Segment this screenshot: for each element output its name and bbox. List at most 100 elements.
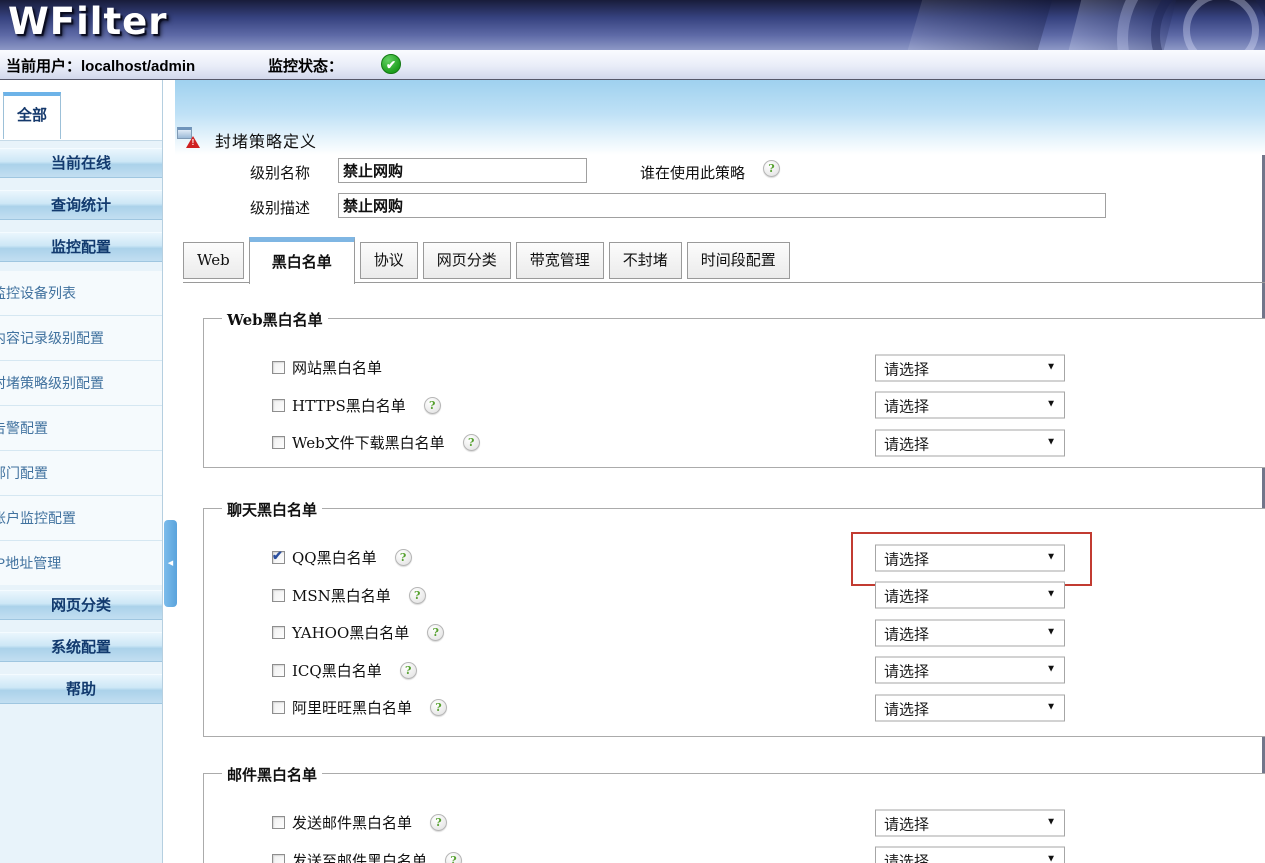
check-mark-icon: ✔ bbox=[272, 548, 283, 564]
question-help-icon[interactable]: ? bbox=[427, 624, 444, 641]
dropdown-value: 请选择 bbox=[884, 623, 929, 644]
dropdown-select-web-file-download-bwlist[interactable]: 请选择▼ bbox=[875, 429, 1065, 456]
level-name-input[interactable] bbox=[338, 158, 587, 183]
question-help-icon[interactable]: ? bbox=[430, 814, 447, 831]
sidebar-subitem-ip-address-management[interactable]: IP地址管理 bbox=[0, 540, 163, 585]
tab-bandwidth-management[interactable]: 带宽管理 bbox=[516, 242, 604, 279]
checkbox-send-to-mail-bwlist[interactable] bbox=[272, 854, 285, 863]
checkbox-label-send-mail-bwlist: 发送邮件黑白名单 bbox=[292, 812, 412, 833]
tab-black-white-list[interactable]: 黑白名单 bbox=[249, 237, 355, 284]
checkbox-yahoo-bwlist[interactable] bbox=[272, 626, 285, 639]
who-uses-policy-label: 谁在使用此策略 bbox=[640, 162, 745, 183]
checkbox-aliwangwang-bwlist[interactable] bbox=[272, 701, 285, 714]
dropdown-select-send-to-mail-bwlist[interactable]: 请选择▼ bbox=[875, 847, 1065, 863]
tab-no-block[interactable]: 不封堵 bbox=[609, 242, 682, 279]
sidebar-item-system-config[interactable]: 系统配置 bbox=[0, 632, 162, 662]
sidebar-tab-all[interactable]: 全部 bbox=[3, 92, 61, 139]
policy-alert-icon: ! bbox=[177, 127, 198, 146]
sidebar-tab-row: 全部 bbox=[0, 80, 163, 141]
sidebar-item-query-statistics[interactable]: 查询统计 bbox=[0, 190, 162, 220]
dropdown-value: 请选择 bbox=[884, 813, 929, 834]
checkbox-icq-bwlist[interactable] bbox=[272, 664, 285, 677]
fieldset-web-black-white-list: Web黑白名单网站黑白名单请选择▼HTTPS黑白名单?请选择▼Web文件下载黑白… bbox=[203, 318, 1265, 468]
sidebar-item-current-online[interactable]: 当前在线 bbox=[0, 148, 162, 178]
dropdown-select-aliwangwang-bwlist[interactable]: 请选择▼ bbox=[875, 694, 1065, 721]
sidebar-subitem-account-monitor-config[interactable]: 账户监控配置 bbox=[0, 495, 163, 540]
tab-protocol[interactable]: 协议 bbox=[360, 242, 418, 279]
top-banner: WFilter bbox=[0, 0, 1265, 50]
sidebar-subitem-monitor-device-list[interactable]: 监控设备列表 bbox=[0, 271, 163, 315]
option-row-msn-bwlist: MSN黑白名单? 请选择▼ bbox=[204, 577, 1265, 615]
status-ok-icon: ✔ bbox=[381, 54, 401, 74]
checkbox-label-aliwangwang-bwlist: 阿里旺旺黑白名单 bbox=[292, 697, 412, 718]
checkbox-label-yahoo-bwlist: YAHOO黑白名单 bbox=[292, 622, 409, 643]
checkbox-label-send-to-mail-bwlist: 发送至邮件黑白名单 bbox=[292, 850, 427, 863]
wfilter-logo: WFilter bbox=[8, 0, 167, 43]
window-icon bbox=[177, 127, 192, 139]
question-help-icon[interactable]: ? bbox=[430, 699, 447, 716]
dropdown-select-website-bwlist[interactable]: 请选择▼ bbox=[875, 354, 1065, 381]
checkbox-website-bwlist[interactable] bbox=[272, 361, 285, 374]
tab-web-category[interactable]: 网页分类 bbox=[423, 242, 511, 279]
option-row-aliwangwang-bwlist: 阿里旺旺黑白名单? 请选择▼ bbox=[204, 689, 1265, 727]
sidebar-item-web-category[interactable]: 网页分类 bbox=[0, 590, 162, 620]
dropdown-select-yahoo-bwlist[interactable]: 请选择▼ bbox=[875, 619, 1065, 646]
checkbox-label-web-file-download-bwlist: Web文件下载黑白名单 bbox=[292, 432, 445, 453]
option-row-web-file-download-bwlist: Web文件下载黑白名单? 请选择▼ bbox=[204, 424, 1265, 462]
question-help-icon[interactable]: ? bbox=[424, 397, 441, 414]
dropdown-select-msn-bwlist[interactable]: 请选择▼ bbox=[875, 582, 1065, 609]
sidebar-subitem-department-config[interactable]: 部门配置 bbox=[0, 450, 163, 495]
question-help-icon[interactable]: ? bbox=[400, 662, 417, 679]
fieldset-legend-web-black-white-list: Web黑白名单 bbox=[222, 309, 328, 330]
dropdown-select-https-bwlist[interactable]: 请选择▼ bbox=[875, 392, 1065, 419]
sections: Web黑白名单网站黑白名单请选择▼HTTPS黑白名单?请选择▼Web文件下载黑白… bbox=[203, 318, 1265, 863]
dropdown-arrow-icon: ▼ bbox=[1046, 399, 1056, 410]
tab-time-period-config[interactable]: 时间段配置 bbox=[687, 242, 790, 279]
option-row-qq-bwlist: ✔QQ黑白名单?请选择▼ bbox=[204, 539, 1265, 577]
sidebar-subitem-alert-config[interactable]: 告警配置 bbox=[0, 405, 163, 450]
page-title: 封堵策略定义 bbox=[215, 128, 317, 152]
tab-bar: Web黑白名单协议网页分类带宽管理不封堵时间段配置 bbox=[183, 237, 790, 284]
checkbox-label-msn-bwlist: MSN黑白名单 bbox=[292, 585, 391, 606]
sidebar-item-help[interactable]: 帮助 bbox=[0, 674, 162, 704]
dropdown-value: 请选择 bbox=[884, 358, 929, 379]
dropdown-value: 请选择 bbox=[884, 698, 929, 719]
sidebar-bottom-menu: 网页分类系统配置帮助 bbox=[0, 590, 162, 716]
sidebar-subitem-block-policy-level-config[interactable]: 封堵策略级别配置 bbox=[0, 360, 163, 405]
question-help-icon[interactable]: ? bbox=[445, 852, 462, 863]
sidebar-primary-menu: 当前在线查询统计监控配置 bbox=[0, 148, 162, 274]
dropdown-arrow-icon: ▼ bbox=[1046, 436, 1056, 447]
question-help-icon[interactable]: ? bbox=[395, 549, 412, 566]
user-status-bar: 当前用户：localhost/admin 监控状态： ✔ bbox=[0, 50, 1265, 80]
dropdown-select-send-mail-bwlist[interactable]: 请选择 ▼ bbox=[875, 809, 1065, 836]
dropdown-arrow-icon: ▼ bbox=[1046, 589, 1056, 600]
current-user-label: 当前用户：localhost/admin bbox=[6, 55, 195, 76]
checkbox-label-icq-bwlist: ICQ黑白名单 bbox=[292, 660, 382, 681]
dropdown-arrow-icon: ▼ bbox=[1046, 816, 1056, 827]
checkbox-https-bwlist[interactable] bbox=[272, 399, 285, 412]
checkbox-send-mail-bwlist[interactable] bbox=[272, 816, 285, 829]
checkbox-label-https-bwlist: HTTPS黑白名单 bbox=[292, 395, 406, 416]
sidebar-subitem-content-record-level-config[interactable]: 内容记录级别配置 bbox=[0, 315, 163, 360]
sidebar-item-monitor-config[interactable]: 监控配置 bbox=[0, 232, 162, 262]
sidebar-sub-menu: 监控设备列表内容记录级别配置封堵策略级别配置告警配置部门配置账户监控配置IP地址… bbox=[0, 271, 163, 585]
option-row-send-to-mail-bwlist: 发送至邮件黑白名单? 请选择▼ bbox=[204, 842, 1265, 863]
question-help-icon[interactable]: ? bbox=[409, 587, 426, 604]
dropdown-arrow-icon: ▼ bbox=[1046, 551, 1056, 562]
checkbox-msn-bwlist[interactable] bbox=[272, 589, 285, 602]
checkbox-web-file-download-bwlist[interactable] bbox=[272, 436, 285, 449]
dropdown-select-qq-bwlist[interactable]: 请选择 ▼ bbox=[875, 544, 1065, 571]
tab-web[interactable]: Web bbox=[183, 242, 244, 279]
question-help-icon[interactable]: ? bbox=[463, 434, 480, 451]
checkbox-qq-bwlist[interactable]: ✔ bbox=[272, 551, 285, 564]
who-uses-help-icon[interactable]: ? bbox=[763, 160, 780, 177]
main-content: ! 封堵策略定义 级别名称 谁在使用此策略 ? 级别描述 Web黑白名单协议网页… bbox=[175, 80, 1265, 863]
dropdown-value: 请选择 bbox=[884, 851, 929, 863]
level-desc-input[interactable] bbox=[338, 193, 1106, 218]
dropdown-value: 请选择 bbox=[884, 548, 929, 569]
collapse-arrow-icon: ◀ bbox=[168, 560, 173, 567]
option-row-website-bwlist: 网站黑白名单请选择▼ bbox=[204, 349, 1265, 387]
option-row-send-mail-bwlist: 发送邮件黑白名单? 请选择 ▼ bbox=[204, 804, 1265, 842]
dropdown-select-icq-bwlist[interactable]: 请选择▼ bbox=[875, 657, 1065, 684]
fieldset-legend-mail-black-white-list: 邮件黑白名单 bbox=[222, 764, 322, 785]
